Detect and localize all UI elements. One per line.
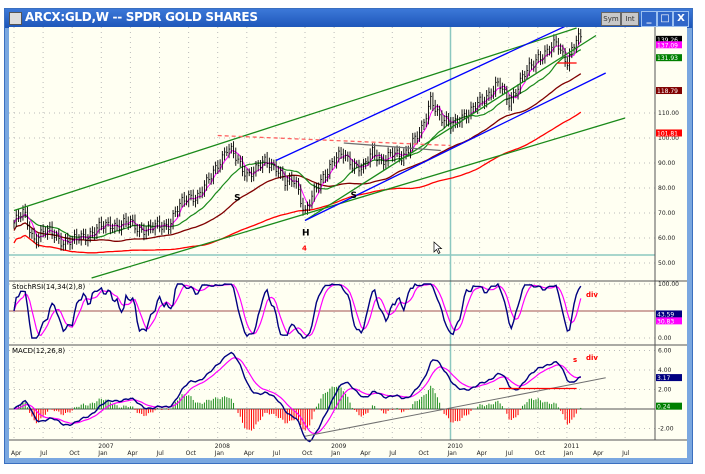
x-tick-year: 2008 (215, 443, 230, 450)
x-tick-label: Apr (244, 450, 255, 457)
x-tick-label: Jan (447, 450, 457, 457)
chart-annotation: S (234, 194, 240, 204)
x-tick-label: Jan (563, 450, 573, 457)
value-label: 137.09 (657, 42, 678, 49)
stoch-y-tick: 100.00 (658, 281, 679, 288)
macd-y-tick: 4.00 (658, 367, 672, 374)
value-label: 131.93 (657, 55, 678, 62)
x-tick-label: Apr (593, 450, 604, 457)
x-tick-label: Jul (39, 450, 48, 457)
x-tick-label: Oct (186, 450, 197, 457)
value-label: 118.79 (657, 88, 678, 95)
macd-y-tick: -2.00 (658, 426, 674, 433)
x-tick-label: Jul (505, 450, 514, 457)
close-button[interactable]: X (673, 11, 689, 27)
x-tick-label: Jul (156, 450, 165, 457)
stoch-title: StochRSI(14,34(2),8) (12, 283, 85, 291)
x-tick-label: Jan (330, 450, 340, 457)
macd-annotation: s (573, 356, 577, 364)
interval-button[interactable]: Int (621, 12, 639, 26)
x-tick-label: Oct (302, 450, 313, 457)
chart-background (9, 27, 687, 458)
value-label: 0.24 (657, 404, 671, 411)
window-title: ARCX:GLD,W -- SPDR GOLD SHARES (25, 10, 258, 24)
value-label: 3.17 (657, 375, 671, 382)
x-tick-year: 2011 (564, 443, 579, 450)
macd-annotation: div (586, 354, 598, 362)
macd-title: MACD(12,26,8) (12, 347, 65, 355)
value-label: 101.81 (657, 130, 678, 137)
x-tick-label: Oct (418, 450, 429, 457)
x-tick-label: Jan (214, 450, 224, 457)
x-tick-label: Oct (535, 450, 546, 457)
price-y-tick: 50.00 (658, 260, 675, 267)
minimize-button[interactable]: _ (641, 11, 657, 27)
x-tick-label: Apr (127, 450, 138, 457)
price-y-tick: 90.00 (658, 160, 675, 167)
x-tick-label: Apr (11, 450, 22, 457)
x-tick-label: Oct (69, 450, 80, 457)
chart-app-icon (9, 12, 22, 25)
maximize-button[interactable]: □ (657, 11, 673, 27)
chart-annotation: S (351, 191, 357, 201)
x-tick-label: Apr (477, 450, 488, 457)
price-y-tick: 70.00 (658, 210, 675, 217)
x-tick-label: Jul (272, 450, 281, 457)
value-label: 30.83 (657, 318, 674, 325)
x-tick-label: Jul (621, 450, 630, 457)
title-bar[interactable]: ARCX:GLD,W -- SPDR GOLD SHARES Sym Int _… (5, 9, 692, 28)
x-tick-year: 2007 (98, 443, 113, 450)
x-tick-label: Jul (388, 450, 397, 457)
chart-annotation: 4 (302, 245, 307, 253)
macd-y-tick: 6.00 (658, 348, 672, 355)
stoch-y-tick: 0.00 (658, 335, 672, 342)
x-tick-year: 2010 (448, 443, 463, 450)
price-y-tick: 80.00 (658, 185, 675, 192)
chart-area[interactable]: S H S 4 StochRSI(14,34(2),8) div MACD(12,26… (9, 27, 687, 458)
symbol-button[interactable]: Sym (601, 12, 621, 26)
stoch-annotation: div (586, 291, 598, 299)
macd-y-tick: 2.00 (658, 387, 672, 394)
x-tick-label: Jan (97, 450, 107, 457)
x-tick-label: Apr (360, 450, 371, 457)
chart-annotation: H (302, 229, 310, 239)
x-tick-year: 2009 (331, 443, 346, 450)
price-y-tick: 60.00 (658, 235, 675, 242)
price-y-tick: 110.00 (658, 110, 679, 117)
